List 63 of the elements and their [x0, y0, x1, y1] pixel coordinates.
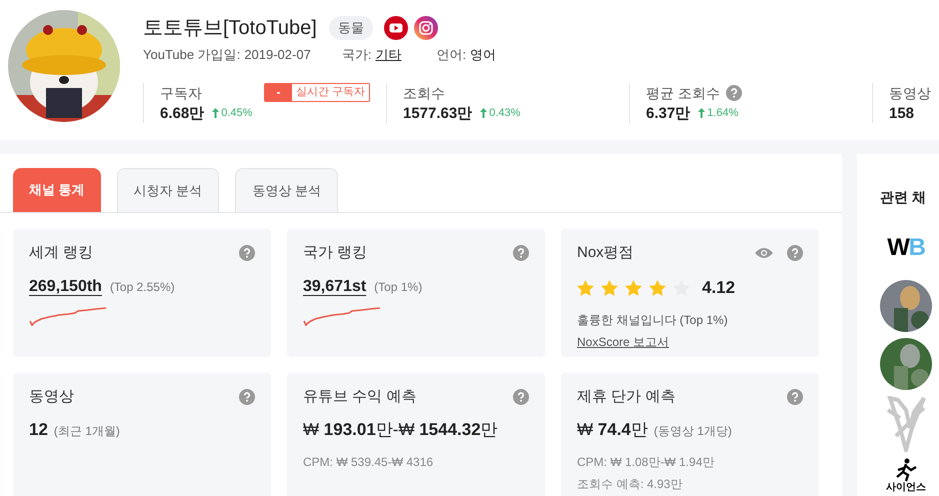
play-icon[interactable]	[384, 16, 408, 40]
join-date: 2019-02-07	[244, 46, 311, 64]
rating-description: 훌륭한 채널입니다 (Top 1%)	[577, 312, 729, 328]
card-title: 동영상	[29, 386, 74, 407]
tab[interactable]: 시청자 분석	[116, 168, 220, 212]
country-label: 국가:	[342, 46, 372, 64]
country-link[interactable]: 기타	[375, 45, 402, 65]
tab[interactable]: 동영상 분석	[235, 168, 338, 212]
help-icon[interactable]	[787, 389, 803, 405]
star-icon	[625, 280, 642, 296]
stat-change: 0.45%	[221, 106, 252, 121]
rank-value[interactable]: 269,150th	[29, 275, 102, 299]
stat-label: 평균 조회수	[646, 84, 720, 102]
channel-logo[interactable]: WB	[887, 222, 925, 274]
stat-label: 조회수	[403, 84, 445, 102]
card-title: Nox평점	[577, 242, 634, 263]
stat-value: 6.37만	[646, 104, 690, 124]
stat-value: 6.68만	[160, 104, 204, 124]
estimate-detail: CPM: ₩ 1.08만-₩ 1.94만	[577, 454, 716, 470]
channel-logo[interactable]: 사이언스	[886, 458, 926, 493]
camera-icon[interactable]	[414, 16, 438, 40]
eye-icon[interactable]	[755, 247, 773, 259]
branch-logo-icon[interactable]	[886, 396, 926, 452]
estimate-value: ₩ 193.01만-₩ 1544.32만	[303, 419, 498, 441]
stat-change: 0.43%	[489, 106, 520, 121]
estimate-value: ₩ 74.4만	[577, 419, 648, 441]
card-title: 제휴 단가 예측	[577, 386, 676, 407]
category-tag[interactable]: 동물	[328, 16, 373, 40]
star-icon	[577, 280, 594, 296]
help-icon[interactable]	[726, 85, 742, 101]
stat-value: 158	[889, 104, 914, 124]
up-arrow-icon	[698, 108, 706, 118]
stat-change: 1.64%	[707, 106, 738, 121]
estimate-detail: 조회수 예측: 4.93만	[577, 476, 684, 492]
rank-value[interactable]: 39,671st	[303, 275, 366, 299]
stat-label: 구독자	[160, 84, 202, 102]
help-icon[interactable]	[239, 389, 255, 405]
channel-name: 토토튜브[TotoTube]	[143, 16, 317, 41]
language-label: 언어:	[436, 46, 466, 64]
related-channels-title: 관련 채	[880, 188, 926, 207]
card-title: 세계 랭킹	[29, 242, 94, 263]
rank-percent: (Top 1%)	[374, 279, 422, 296]
video-count: 12	[29, 419, 48, 441]
report-link[interactable]: NoxScore 보고서	[577, 332, 670, 350]
estimate-note: (동영상 1개당)	[654, 423, 732, 440]
card-title: 유튜브 수익 예측	[303, 386, 416, 407]
star-icon	[649, 280, 666, 296]
card-title: 국가 랭킹	[303, 242, 368, 263]
join-date-label: YouTube 가입일:	[143, 46, 240, 64]
count-period: (최근 1개월)	[54, 423, 120, 440]
help-icon[interactable]	[513, 245, 529, 261]
help-icon[interactable]	[787, 245, 803, 261]
rank-percent: (Top 2.55%)	[110, 279, 175, 296]
language: 영어	[470, 46, 496, 64]
up-arrow-icon	[480, 108, 488, 118]
star-icon	[601, 280, 618, 296]
stat-value: 1577.63만	[403, 104, 472, 124]
up-arrow-icon	[212, 108, 220, 118]
help-icon[interactable]	[513, 389, 529, 405]
stat-label: 동영상	[889, 84, 931, 102]
help-icon[interactable]	[239, 245, 255, 261]
rating-score: 4.12	[702, 277, 736, 299]
estimate-detail: CPM: ₩ 539.45-₩ 4316	[303, 454, 434, 470]
